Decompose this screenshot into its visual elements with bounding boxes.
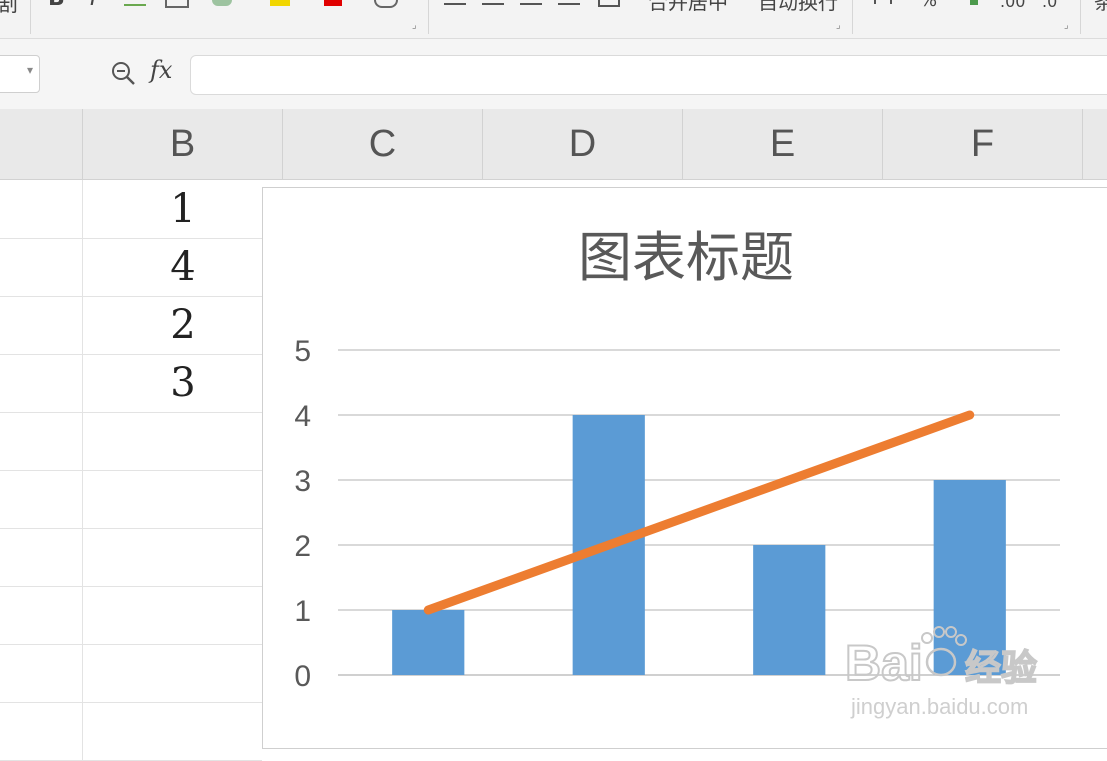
column-header-a[interactable] xyxy=(0,109,83,179)
baidu-watermark-logo: Bai 经验 jingyan.baidu.com xyxy=(845,626,1038,719)
table-row: 2 xyxy=(0,296,262,355)
ribbon-divider xyxy=(1080,0,1081,34)
column-header-e[interactable]: E xyxy=(683,109,883,179)
ribbon-partial-label: 剧 xyxy=(0,0,19,17)
font-color-icon[interactable] xyxy=(324,0,342,6)
watermark-brand-cn: 经验 xyxy=(965,648,1037,689)
formula-input[interactable] xyxy=(190,55,1107,95)
table-row: 4 xyxy=(0,238,262,297)
bar xyxy=(753,545,826,675)
increase-decimal-button[interactable]: .00 xyxy=(1000,0,1025,11)
chevron-down-icon[interactable]: ▾ xyxy=(27,63,33,77)
column-header-c[interactable]: C xyxy=(283,109,483,179)
merge-center-button[interactable]: 合并居中 xyxy=(648,0,728,15)
align-center-icon[interactable] xyxy=(482,3,504,5)
auto-wrap-button[interactable]: 自动换行 xyxy=(758,0,838,15)
align-right-icon[interactable] xyxy=(520,3,542,5)
border-icon[interactable] xyxy=(165,0,189,8)
ribbon-divider xyxy=(30,0,31,34)
align-left-icon[interactable] xyxy=(444,3,466,5)
fill-bucket-icon[interactable] xyxy=(212,0,232,6)
justify-icon[interactable] xyxy=(558,3,580,5)
watermark-url: jingyan.baidu.com xyxy=(850,694,1028,719)
highlight-color-icon[interactable] xyxy=(270,0,290,6)
table-row: 3 xyxy=(0,354,262,413)
paw-icon xyxy=(921,626,967,677)
column-header-row: B C D E F xyxy=(0,109,1107,180)
dialog-launcher-icon[interactable]: ⌟ xyxy=(412,20,417,31)
distributed-icon[interactable] xyxy=(598,0,620,7)
percent-button[interactable]: % xyxy=(920,0,937,11)
column-header-f[interactable]: F xyxy=(883,109,1083,179)
bold-button[interactable]: B xyxy=(48,0,65,11)
bar xyxy=(392,610,465,675)
italic-button[interactable]: I xyxy=(90,0,97,11)
currency-icon[interactable] xyxy=(874,0,892,4)
line-series xyxy=(423,410,975,615)
dialog-launcher-icon[interactable]: ⌟ xyxy=(1064,20,1069,31)
column-header-g[interactable] xyxy=(1083,109,1107,179)
cell-b4[interactable]: 3 xyxy=(84,360,282,406)
column-header-b[interactable]: B xyxy=(83,109,283,179)
table-row xyxy=(0,412,262,471)
table-row xyxy=(0,644,262,703)
y-tick-label: 2 xyxy=(294,530,311,563)
name-box[interactable]: ▾ xyxy=(0,55,40,93)
table-row xyxy=(0,528,262,587)
dialog-launcher-icon[interactable]: ⌟ xyxy=(836,20,841,31)
table-row xyxy=(0,702,262,761)
table-row: 1 xyxy=(0,180,262,239)
clear-format-icon[interactable] xyxy=(374,0,398,8)
cell-b3[interactable]: 2 xyxy=(84,302,282,348)
ribbon-divider xyxy=(852,0,853,34)
watermark-brand: Bai xyxy=(845,635,923,691)
formula-bar: ▾ fx xyxy=(0,39,1107,109)
y-tick-label: 4 xyxy=(294,400,311,433)
column-header-d[interactable]: D xyxy=(483,109,683,179)
ribbon-toolbar: 剧 B I ⌟ 合并居中 自动换行 ⌟ % .00 .0 ⌟ 条 xyxy=(0,0,1107,39)
cell-grid: 1 4 2 3 xyxy=(0,180,262,761)
fx-insert-function-button[interactable]: fx xyxy=(150,56,172,84)
zoom-search-icon[interactable] xyxy=(110,60,136,86)
underline-icon[interactable] xyxy=(124,4,146,6)
table-row xyxy=(0,586,262,645)
y-tick-label: 3 xyxy=(294,465,311,498)
y-tick-label: 5 xyxy=(294,335,311,368)
table-row xyxy=(0,470,262,529)
chart-title[interactable]: 图表标题 xyxy=(578,226,794,289)
ribbon-partial-label: 条 xyxy=(1094,0,1107,14)
y-tick-label: 1 xyxy=(294,595,311,628)
decrease-decimal-button[interactable]: .0 xyxy=(1042,0,1057,11)
ribbon-divider xyxy=(428,0,429,34)
cell-b1[interactable]: 1 xyxy=(84,186,282,232)
y-tick-label: 0 xyxy=(294,660,311,693)
comma-style-icon[interactable] xyxy=(970,0,978,5)
cell-b2[interactable]: 4 xyxy=(84,244,282,290)
